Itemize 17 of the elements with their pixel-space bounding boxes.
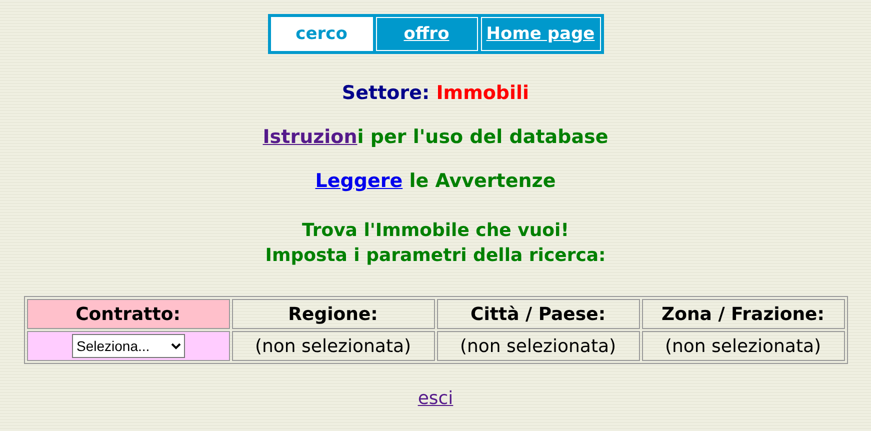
info-link[interactable]: Istruzion [262,126,358,148]
contract-select[interactable]: Seleziona... [72,334,184,358]
instruction-text: Imposta i parametri della ricerca: [265,244,606,268]
table-cell: (non selezionata) [232,331,434,361]
info-link[interactable]: Leggere [315,170,403,192]
exit-link[interactable]: esci [418,388,454,409]
column-header: Zona / Frazione: [642,299,844,329]
instruction-text: Trova l'Immobile che vuoi! [301,219,570,243]
column-header: Regione: [232,299,434,329]
column-header: Città / Paese: [436,299,640,329]
sector-value: Immobili [436,82,530,104]
column-header: Contratto: [26,299,230,329]
table-cell: (non selezionata) [642,331,844,361]
table-cell: (non selezionata) [436,331,640,361]
info-line: Istruzioni per l'uso del database [262,126,608,148]
info-line: Leggere le Avvertenze [314,170,557,192]
sector-label: Settore: [342,82,430,104]
